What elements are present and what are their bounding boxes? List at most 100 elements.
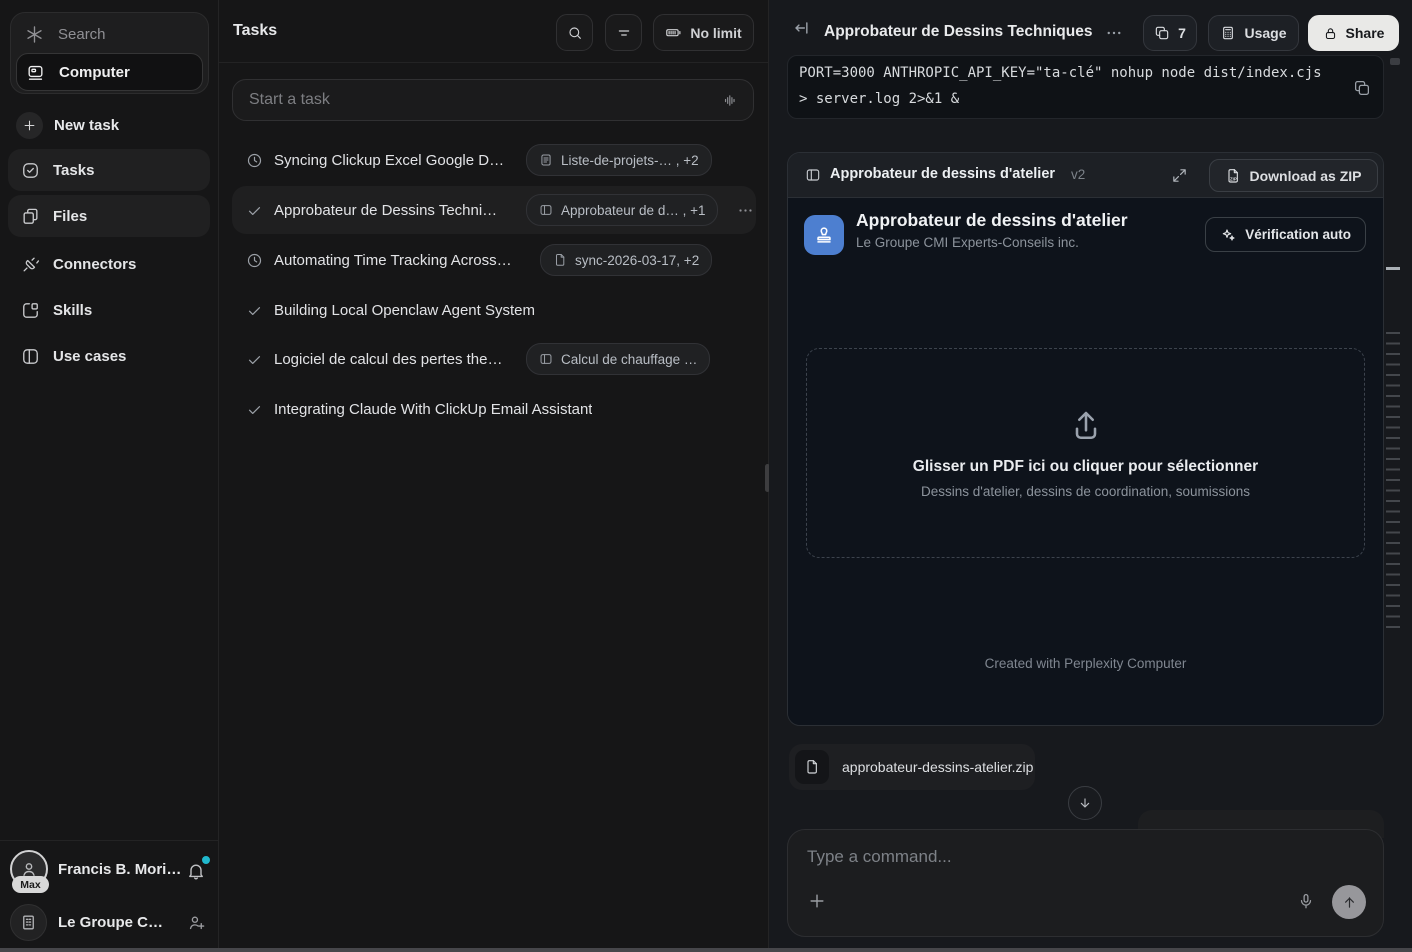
usage-button[interactable]: Usage <box>1208 15 1299 51</box>
start-task-input[interactable] <box>247 90 722 110</box>
copy-code-button[interactable] <box>1349 79 1371 97</box>
computer-icon <box>26 63 45 82</box>
plus-circle-icon <box>16 112 43 139</box>
zip-file-chip[interactable]: approbateur-dessins-atelier.zip <box>789 744 1035 790</box>
files-count-button[interactable]: 7 <box>1143 15 1197 51</box>
app-window-icon <box>539 203 553 217</box>
task-title: Building Local Openclaw Agent System <box>274 302 535 319</box>
preview-window-header: Approbateur de dessins d'atelier v2 ZIP … <box>788 153 1383 198</box>
app-title: Approbateur de dessins d'atelier <box>856 210 1128 231</box>
sidebar-item-use-cases[interactable]: Use cases <box>8 335 210 377</box>
app-icon <box>804 215 844 255</box>
command-input[interactable] <box>805 846 1259 868</box>
task-title: Logiciel de calcul des pertes the… <box>274 351 514 368</box>
stamp-icon <box>813 224 835 246</box>
battery-icon <box>665 24 682 41</box>
tasks-header: Tasks No limit <box>219 0 768 63</box>
task-menu-button[interactable] <box>737 202 754 219</box>
upload-icon <box>1068 407 1104 443</box>
sidebar-item-connectors[interactable]: Connectors <box>8 243 210 285</box>
task-attachment-chip[interactable]: Liste-de-projets-… , +2 <box>526 144 712 176</box>
sidebar-computer[interactable]: Computer <box>16 53 203 91</box>
check-icon <box>246 202 263 219</box>
app-preview-card: Approbateur de dessins d'atelier v2 ZIP … <box>787 152 1384 726</box>
plug-icon <box>21 255 40 274</box>
file-icon <box>553 253 567 267</box>
pages-icon <box>1154 25 1170 41</box>
check-icon <box>246 302 263 319</box>
task-attachment-chip[interactable]: Approbateur de d… , +1 <box>526 194 718 226</box>
invite-person-icon[interactable] <box>187 913 206 932</box>
code-block: PORT=3000 ANTHROPIC_API_KEY="ta-clé" noh… <box>787 55 1384 119</box>
sidebar-item-tasks[interactable]: Tasks <box>8 149 210 191</box>
use-cases-panel-icon <box>21 347 40 366</box>
mic-icon[interactable] <box>1297 892 1315 910</box>
collapse-panel-icon[interactable] <box>791 18 811 38</box>
sidebar-item-label: Skills <box>53 302 92 319</box>
timeline-scrubber-highlight <box>1386 267 1400 270</box>
files-count: 7 <box>1178 25 1186 41</box>
expand-preview-icon[interactable] <box>1171 167 1188 184</box>
task-row[interactable]: Integrating Claude With ClickUp Email As… <box>232 385 756 433</box>
org-name: Le Groupe C… <box>58 914 163 931</box>
task-title: Integrating Claude With ClickUp Email As… <box>274 401 592 418</box>
scroll-to-bottom-button[interactable] <box>1068 786 1102 820</box>
app-window-icon <box>805 167 821 183</box>
sidebar-item-label: Tasks <box>53 162 94 179</box>
clock-icon <box>246 252 263 269</box>
skills-grid-icon <box>21 301 40 320</box>
avatar-badge: Max <box>12 876 49 893</box>
usage-label: Usage <box>1244 25 1286 41</box>
detail-title: Approbateur de Dessins Techniques <box>824 23 1092 41</box>
new-task-button[interactable]: New task <box>8 106 218 144</box>
sparkles-icon <box>1220 227 1236 243</box>
task-row[interactable]: Syncing Clickup Excel Google D… Liste-de… <box>232 136 756 184</box>
voice-waveform-icon[interactable] <box>722 92 739 109</box>
task-row[interactable]: Logiciel de calcul des pertes the… Calcu… <box>232 335 756 383</box>
computer-label: Computer <box>59 64 130 81</box>
filter-tasks-button[interactable] <box>605 14 642 51</box>
preview-footer: Created with Perplexity Computer <box>788 656 1383 671</box>
attach-plus-icon[interactable] <box>807 891 827 911</box>
preview-version: v2 <box>1071 167 1085 182</box>
code-line: > server.log 2>&1 & <box>799 91 1375 107</box>
sidebar-item-files[interactable]: Files <box>8 195 210 237</box>
clock-icon <box>246 152 263 169</box>
task-attachment-chip[interactable]: Calcul de chauffage … <box>526 343 710 375</box>
search-tasks-button[interactable] <box>556 14 593 51</box>
files-icon <box>21 207 40 226</box>
sidebar-item-label: Files <box>53 208 87 225</box>
search-computer-card: Search Computer <box>10 12 209 94</box>
pdf-dropzone[interactable]: Glisser un PDF ici ou cliquer pour sélec… <box>806 348 1365 558</box>
copy-icon <box>1353 79 1371 97</box>
arrow-down-icon <box>1077 795 1093 811</box>
file-icon <box>795 750 829 784</box>
share-button[interactable]: Share <box>1308 15 1399 51</box>
auto-verify-button[interactable]: Vérification auto <box>1205 217 1366 252</box>
user-name: Francis B. Mori… <box>58 861 181 878</box>
detail-menu-button[interactable] <box>1105 24 1123 42</box>
search-label: Search <box>58 26 106 43</box>
sidebar-search[interactable]: Search <box>19 17 200 51</box>
timeline-scrubber[interactable] <box>1386 332 1400 630</box>
no-limit-button[interactable]: No limit <box>653 14 754 51</box>
zip-file-name: approbateur-dessins-atelier.zip <box>842 759 1033 775</box>
task-row[interactable]: Building Local Openclaw Agent System <box>232 286 756 334</box>
ellipsis-icon <box>737 202 754 219</box>
start-task-field <box>232 79 754 121</box>
task-row[interactable]: Automating Time Tracking Across… sync-20… <box>232 236 756 284</box>
preview-window-title: Approbateur de dessins d'atelier <box>830 166 1055 182</box>
task-row-selected[interactable]: Approbateur de Dessins Techni… Approbate… <box>232 186 756 234</box>
task-attachment-chip[interactable]: sync-2026-03-17, +2 <box>540 244 712 276</box>
sidebar-item-skills[interactable]: Skills <box>8 289 210 331</box>
org-avatar[interactable] <box>10 904 47 941</box>
send-button[interactable] <box>1332 885 1366 919</box>
building-icon <box>19 913 38 932</box>
chip-label: Liste-de-projets-… , +2 <box>561 153 699 168</box>
filter-icon <box>616 25 632 41</box>
notification-dot <box>200 854 212 866</box>
tasks-check-icon <box>21 161 40 180</box>
svg-text:ZIP: ZIP <box>1230 176 1237 181</box>
download-zip-button[interactable]: ZIP Download as ZIP <box>1209 159 1378 192</box>
calculator-icon <box>1220 25 1236 41</box>
